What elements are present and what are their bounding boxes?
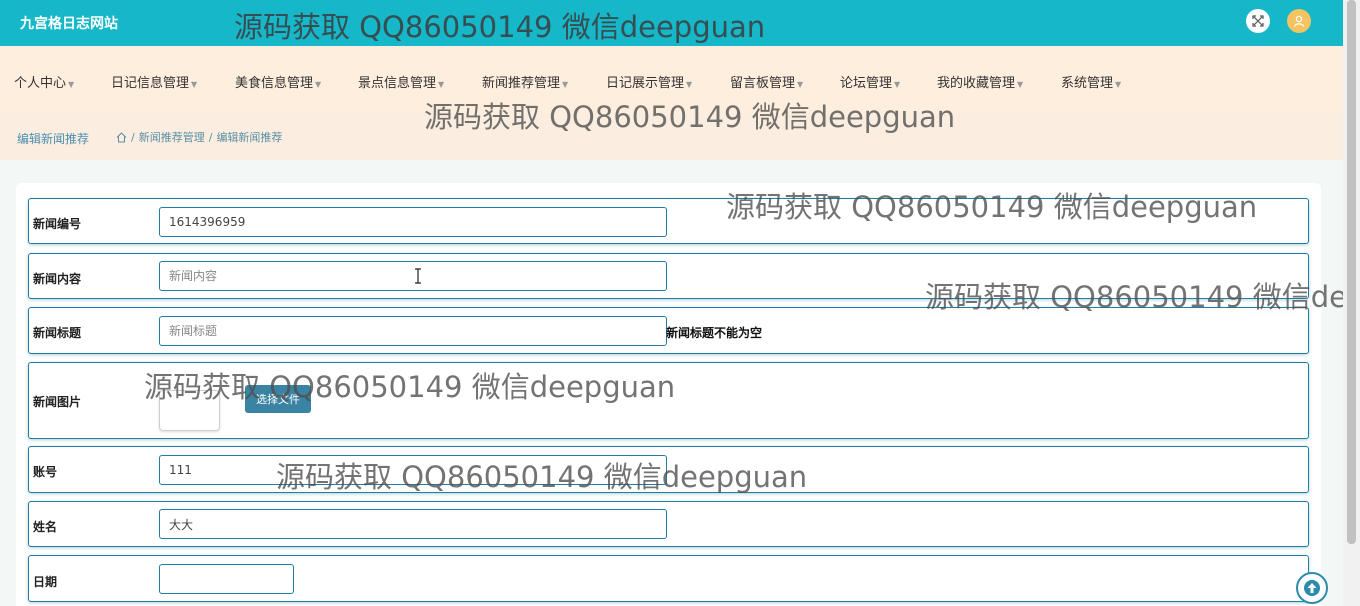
nav-item-personal-center[interactable]: 个人中心 ▼	[14, 72, 74, 91]
breadcrumb-separator: /	[131, 130, 135, 144]
form-row-account: 账号	[28, 446, 1309, 493]
top-header: 九宫格日志网站	[0, 0, 1343, 46]
nav-item-label: 美食信息管理	[235, 76, 314, 91]
breadcrumb-current: 编辑新闻推荐	[216, 131, 283, 144]
news-content-input[interactable]	[159, 261, 667, 291]
vertical-scrollbar[interactable]	[1343, 0, 1360, 606]
nav-item-system[interactable]: 系统管理 ▼	[1061, 72, 1121, 91]
nav-item-label: 新闻推荐管理	[482, 76, 561, 91]
nav-item-my-favorites[interactable]: 我的收藏管理 ▼	[937, 72, 1023, 91]
breadcrumb: / 新闻推荐管理 / 编辑新闻推荐	[116, 129, 282, 145]
form-row-name: 姓名	[28, 501, 1309, 547]
caret-down-icon: ▼	[686, 80, 693, 89]
breadcrumb-bar: 编辑新闻推荐 / 新闻推荐管理 / 编辑新闻推荐	[0, 114, 1343, 160]
nav-item-label: 留言板管理	[730, 76, 796, 91]
nav-item-message-board[interactable]: 留言板管理 ▼	[730, 72, 803, 91]
news-no-input[interactable]	[159, 207, 667, 237]
form-row-news-no: 新闻编号	[28, 198, 1309, 244]
nav-item-forum[interactable]: 论坛管理 ▼	[840, 72, 900, 91]
date-label: 日期	[33, 575, 58, 589]
nav-item-label: 论坛管理	[840, 76, 893, 91]
fullscreen-icon[interactable]	[1246, 9, 1270, 33]
nav-item-label: 日记信息管理	[111, 76, 190, 91]
caret-down-icon: ▼	[68, 80, 75, 89]
form-row-news-content: 新闻内容	[28, 253, 1309, 299]
form-row-news-image: 新闻图片 选择文件	[28, 362, 1309, 439]
news-title-input[interactable]	[159, 316, 667, 346]
caret-down-icon: ▼	[562, 80, 569, 89]
news-title-label: 新闻标题	[33, 326, 82, 340]
nav-item-news-recommend[interactable]: 新闻推荐管理 ▼	[482, 72, 568, 91]
news-no-label: 新闻编号	[33, 217, 82, 231]
text-cursor-icon	[415, 268, 421, 284]
name-input[interactable]	[159, 509, 667, 539]
nav-item-food-info[interactable]: 美食信息管理 ▼	[235, 72, 321, 91]
caret-down-icon: ▼	[894, 80, 901, 89]
page-title: 编辑新闻推荐	[17, 132, 90, 146]
caret-down-icon: ▼	[1017, 80, 1024, 89]
scrollbar-thumb[interactable]	[1347, 0, 1356, 544]
choose-file-button[interactable]: 选择文件	[245, 385, 311, 413]
news-content-label: 新闻内容	[33, 272, 82, 286]
nav-item-label: 景点信息管理	[358, 76, 437, 91]
user-icon	[1293, 15, 1305, 27]
name-label: 姓名	[33, 520, 58, 534]
arrow-up-icon	[1304, 580, 1320, 596]
caret-down-icon: ▼	[438, 80, 445, 89]
caret-down-icon: ▼	[797, 80, 804, 89]
nav-item-diary-info[interactable]: 日记信息管理 ▼	[111, 72, 197, 91]
nav-item-label: 系统管理	[1061, 76, 1114, 91]
caret-down-icon: ▼	[1115, 80, 1122, 89]
nav-item-scenic-info[interactable]: 景点信息管理 ▼	[358, 72, 444, 91]
fullscreen-icon-glyph	[1252, 15, 1264, 27]
nav-item-label: 日记展示管理	[606, 76, 685, 91]
app-title: 九宫格日志网站	[20, 16, 118, 32]
account-label: 账号	[33, 465, 58, 479]
form-row-news-title: 新闻标题 新闻标题不能为空	[28, 307, 1309, 354]
main-nav: 个人中心 ▼ 日记信息管理 ▼ 美食信息管理 ▼ 景点信息管理 ▼ 新闻推荐管理 ▼ 日记…	[0, 46, 1343, 114]
nav-item-label: 个人中心	[14, 76, 67, 91]
breadcrumb-separator: /	[208, 130, 213, 144]
breadcrumb-parent[interactable]: 新闻推荐管理	[139, 129, 205, 145]
caret-down-icon: ▼	[315, 80, 322, 89]
nav-item-diary-display[interactable]: 日记展示管理 ▼	[606, 72, 692, 91]
back-to-top-button[interactable]	[1296, 572, 1328, 604]
caret-down-icon: ▼	[191, 80, 198, 89]
news-image-label: 新闻图片	[33, 395, 82, 409]
date-input[interactable]	[159, 564, 294, 594]
account-input[interactable]	[159, 455, 667, 485]
news-title-error: 新闻标题不能为空	[666, 326, 763, 340]
nav-item-label: 我的收藏管理	[937, 76, 1016, 91]
home-icon[interactable]	[116, 131, 127, 143]
form-row-date: 日期	[28, 555, 1309, 602]
image-preview[interactable]	[159, 390, 220, 431]
user-avatar-icon[interactable]	[1287, 9, 1311, 33]
